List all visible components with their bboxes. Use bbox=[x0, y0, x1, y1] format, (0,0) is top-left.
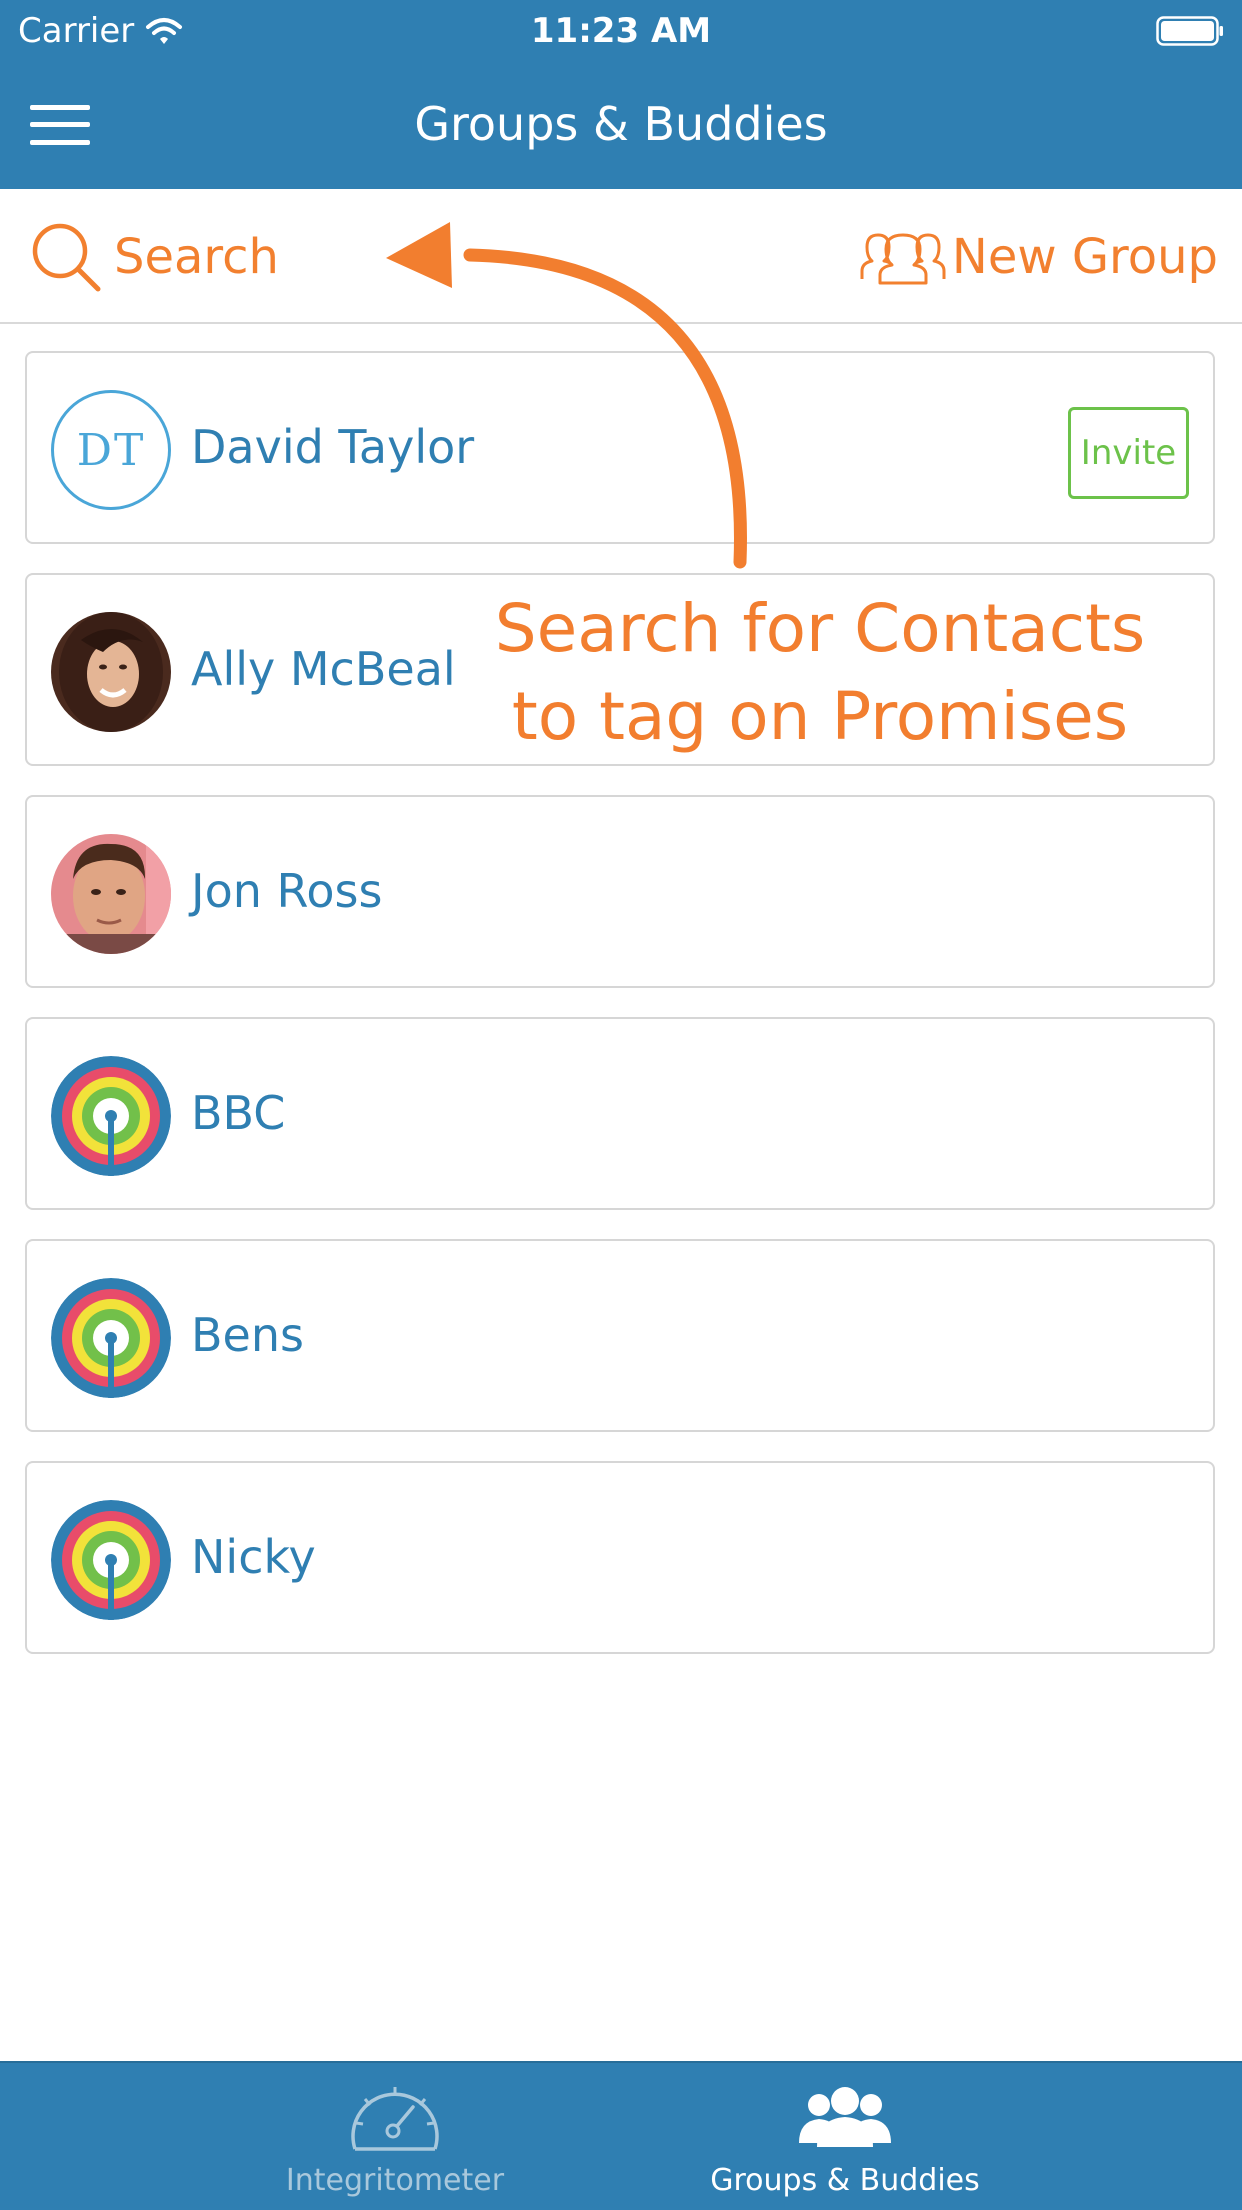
group-logo-icon bbox=[51, 1056, 171, 1176]
list-item[interactable]: Bens bbox=[25, 1239, 1215, 1432]
search-icon bbox=[32, 223, 101, 292]
invite-button[interactable]: Invite bbox=[1068, 407, 1189, 499]
group-icon bbox=[799, 2087, 891, 2147]
avatar: DT bbox=[51, 390, 171, 510]
speedometer-icon bbox=[351, 2087, 439, 2151]
list-item[interactable]: Nicky bbox=[25, 1461, 1215, 1654]
battery-icon bbox=[1156, 16, 1223, 46]
group-icon bbox=[860, 233, 946, 285]
tab-label: Integritometer bbox=[285, 2163, 505, 2198]
contact-name: Nicky bbox=[191, 1530, 316, 1584]
avatar bbox=[51, 834, 171, 954]
status-time: 11:23 AM bbox=[530, 11, 712, 51]
new-group-label: New Group bbox=[951, 229, 1218, 285]
list-item[interactable]: Jon Ross bbox=[25, 795, 1215, 988]
contact-name: Jon Ross bbox=[191, 864, 383, 918]
top-bar: Carrier 11:23 AM Groups & Buddies bbox=[0, 0, 1242, 189]
new-group-button[interactable]: New Group bbox=[858, 219, 1218, 295]
search-row: Search New Group bbox=[0, 189, 1242, 324]
tab-groups-buddies[interactable]: Groups & Buddies bbox=[700, 2063, 990, 2210]
annotation-line: to tag on Promises bbox=[511, 678, 1129, 755]
search-label: Search bbox=[114, 229, 279, 285]
contact-name: David Taylor bbox=[191, 420, 475, 474]
group-logo-icon bbox=[51, 1278, 171, 1398]
annotation-line: Search for Contacts bbox=[494, 590, 1146, 667]
contact-name: Bens bbox=[191, 1308, 304, 1362]
tab-bar: Integritometer Groups & Buddies bbox=[0, 2061, 1242, 2210]
annotation-caption: Search for Contacts to tag on Promises bbox=[470, 585, 1170, 761]
list-item[interactable]: DT David Taylor Invite bbox=[25, 351, 1215, 544]
group-logo-icon bbox=[51, 1500, 171, 1620]
page-title: Groups & Buddies bbox=[414, 97, 828, 151]
contact-name: BBC bbox=[191, 1086, 286, 1140]
tab-label: Groups & Buddies bbox=[710, 2163, 980, 2198]
list-item[interactable]: BBC bbox=[25, 1017, 1215, 1210]
avatar bbox=[51, 612, 171, 732]
tab-integritometer[interactable]: Integritometer bbox=[265, 2063, 525, 2210]
contact-name: Ally McBeal bbox=[191, 642, 456, 696]
search-button[interactable]: Search bbox=[28, 219, 279, 295]
